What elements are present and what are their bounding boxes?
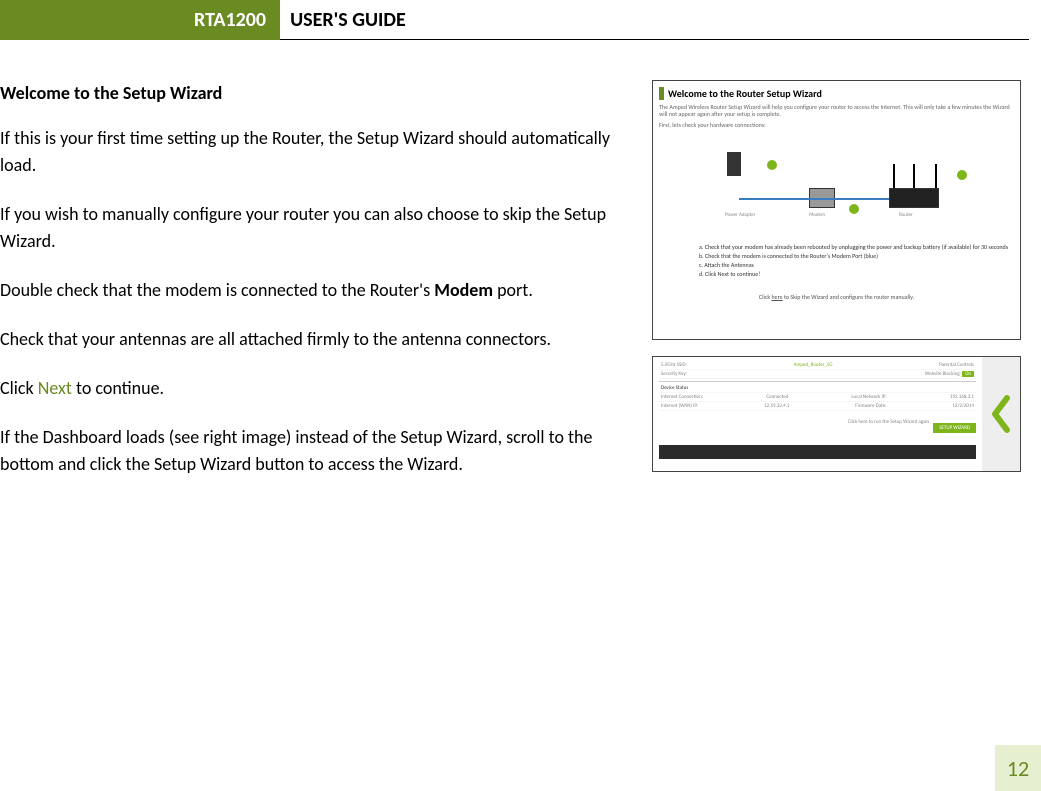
cell: Amped_Router_5G (794, 361, 833, 369)
cell: 12/2/2014 (952, 402, 974, 410)
skip-here-link: here (771, 293, 782, 301)
skip-text-a: Click (759, 293, 772, 301)
step-a: a. Check that your modem has already bee… (699, 243, 1014, 252)
wizard-subtitle-2: First, lets check your hardware connecti… (659, 122, 1014, 129)
paragraph-6: If the Dashboard loads (see right image)… (0, 424, 640, 478)
page-header: RTA1200 USER'S GUIDE (0, 0, 1041, 40)
paragraph-4: Check that your antennas are all attache… (0, 326, 640, 353)
wiring-diagram: Power Adapter Modem Router (679, 140, 994, 235)
figure-setup-wizard: Welcome to the Router Setup Wizard The A… (652, 80, 1021, 340)
dashboard-panel: 5.0GHz SSID: Amped_Router_5G Parental Co… (653, 357, 982, 471)
header-green-block (0, 0, 180, 40)
chevron-column (982, 357, 1020, 471)
divider (659, 381, 976, 382)
router-icon (889, 188, 939, 208)
cell: Local Network IP: (851, 393, 886, 401)
figure-dashboard: 5.0GHz SSID: Amped_Router_5G Parental Co… (652, 356, 1021, 472)
antenna-icon (893, 164, 895, 188)
cell: 192.168.3.1 (950, 393, 974, 401)
power-adapter-icon (727, 152, 741, 176)
label-router: Router (899, 212, 913, 218)
header-model: RTA1200 (180, 0, 280, 40)
p5-part-b: to continue. (72, 377, 164, 399)
chevron-left-icon (987, 394, 1015, 434)
figures-column: Welcome to the Router Setup Wizard The A… (640, 80, 1021, 500)
label-adapter: Power Adapter (725, 212, 755, 218)
antenna-icon (913, 164, 915, 188)
page-content: Welcome to the Setup Wizard If this is y… (0, 40, 1041, 500)
table-row: 5.0GHz SSID: Amped_Router_5G Parental Co… (659, 361, 976, 370)
body-text-column: Welcome to the Setup Wizard If this is y… (0, 80, 640, 500)
skip-text-b: to Skip the Wizard and configure the rou… (783, 293, 915, 301)
p3-modem-bold: Modem (434, 279, 493, 301)
cell: Firmware Date: (855, 402, 886, 410)
cell-label: Website Blocking: (925, 371, 962, 377)
antenna-icon (935, 164, 937, 188)
paragraph-1: If this is your first time setting up th… (0, 125, 640, 179)
step-c: c. Attach the Antennas (699, 261, 1014, 270)
table-row: Internet Connection: Connected Local Net… (659, 393, 976, 402)
cell: 5.0GHz SSID: (661, 361, 687, 369)
cable-icon (835, 198, 889, 200)
on-pill: On (962, 371, 974, 377)
badge-b-icon (849, 204, 859, 214)
skip-wizard-line: Click here to Skip the Wizard and config… (659, 293, 1014, 301)
table-row: Security Key: Website Blocking: On (659, 370, 976, 379)
setup-wizard-hint: Click here to run the Setup Wizard again (848, 419, 929, 425)
cell: Website Blocking: On (925, 370, 974, 378)
cell: Internet Connection: (661, 393, 703, 401)
paragraph-2: If you wish to manually configure your r… (0, 201, 640, 255)
step-b: b. Check that the modem is connected to … (699, 252, 1014, 261)
wizard-title: Welcome to the Router Setup Wizard (659, 87, 1014, 100)
cell: Connected (766, 393, 788, 401)
table-row: Internet (WAN) IP: 12.19.32.4.1 Firmware… (659, 402, 976, 411)
cell: Device Status (661, 384, 688, 392)
wizard-steps: a. Check that your modem has already bee… (699, 243, 1014, 279)
p5-part-a: Click (0, 377, 38, 399)
step-d: d. Click Next to continue! (699, 270, 1014, 279)
paragraph-3: Double check that the modem is connected… (0, 277, 640, 304)
paragraph-5: Click Next to continue. (0, 375, 640, 402)
next-link-text: Next (38, 377, 72, 399)
setup-wizard-button: SETUP WIZARD (933, 423, 976, 433)
badge-a-icon (767, 160, 777, 170)
wizard-subtitle-1: The Amped Wireless Router Setup Wizard w… (659, 104, 1014, 118)
cell: Security Key: (661, 370, 687, 378)
dashboard-footer (659, 445, 976, 459)
p3-part-a: Double check that the modem is connected… (0, 279, 434, 301)
cell: Parental Controls (939, 361, 974, 369)
cell: 12.19.32.4.1 (764, 402, 789, 410)
page-number: 12 (995, 745, 1041, 791)
badge-c-icon (957, 170, 967, 180)
table-row: Device Status (659, 384, 976, 393)
header-guide-title: USER'S GUIDE (280, 0, 1029, 40)
cell: Internet (WAN) IP: (661, 402, 698, 410)
p3-part-c: port. (493, 279, 533, 301)
label-modem: Modem (809, 212, 825, 218)
section-heading: Welcome to the Setup Wizard (0, 80, 640, 107)
